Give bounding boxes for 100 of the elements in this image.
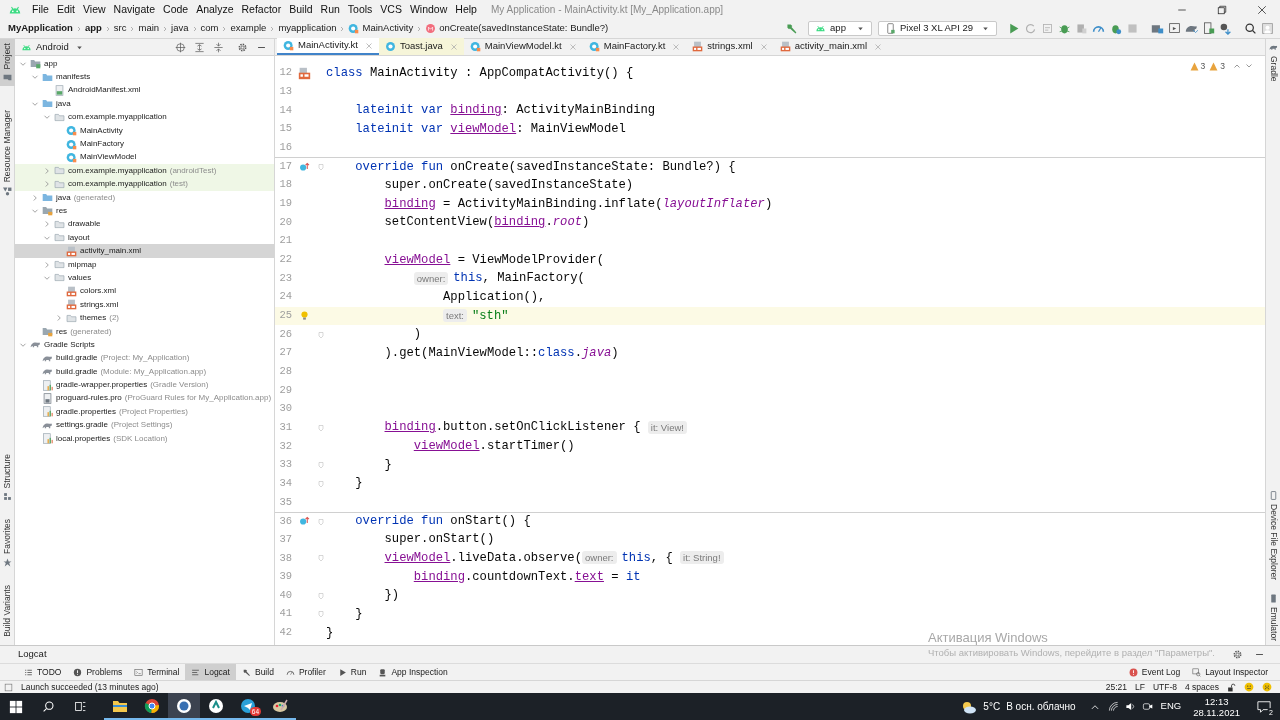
menu-item[interactable]: Help	[451, 1, 481, 18]
tool-window-tab[interactable]: App Inspection	[372, 663, 454, 681]
breadcrumb[interactable]: MainActivity	[348, 21, 414, 36]
tool-window-button[interactable]: Device File Explorer	[1266, 486, 1280, 584]
tool-window-tab[interactable]: TODO	[18, 663, 68, 681]
tool-window-tab[interactable]: Logcat	[185, 663, 236, 681]
menu-item[interactable]: Run	[316, 1, 344, 18]
menu-item[interactable]: Navigate	[109, 1, 160, 18]
tool-window-button[interactable]: Favorites	[0, 515, 15, 572]
menu-item[interactable]: Analyze	[192, 1, 238, 18]
menu-item[interactable]: File	[28, 1, 53, 18]
breadcrumb[interactable]: example	[230, 21, 267, 36]
tree-item[interactable]: settings.gradle (Project Settings)	[15, 418, 274, 432]
menu-item[interactable]: Edit	[52, 1, 79, 18]
status-item[interactable]: UTF-8	[1152, 680, 1177, 694]
menu-item[interactable]: Code	[159, 1, 193, 18]
editor-tab[interactable]: MainViewModel.kt	[463, 38, 583, 55]
tree-item[interactable]: build.gradle (Project: My_Application)	[15, 351, 274, 365]
language-indicator[interactable]: ENG	[1160, 699, 1182, 714]
tree-item[interactable]: strings.xml	[15, 298, 274, 312]
tool-window-tab[interactable]: Profiler	[279, 663, 332, 681]
phone-icon	[884, 23, 896, 34]
tree-item[interactable]: gradle.properties (Project Properties)	[15, 405, 274, 419]
tool-window-button[interactable]: Resource Manager	[0, 106, 15, 200]
tree-item[interactable]: activity_main.xml	[15, 244, 274, 258]
breadcrumb[interactable]: src	[113, 21, 127, 36]
taskbar-app[interactable]	[168, 693, 200, 720]
tool-window-button[interactable]: Project	[0, 39, 15, 87]
menu-item[interactable]: Window	[405, 1, 452, 18]
tool-window-button[interactable]: Gradle	[1266, 39, 1280, 86]
tree-item[interactable]: themes (2)	[15, 311, 274, 325]
status-item[interactable]: LF	[1134, 680, 1145, 694]
status-item[interactable]: 25:21	[1105, 680, 1127, 694]
panel-toggle-icon	[4, 682, 13, 692]
tree-item[interactable]: build.gradle (Module: My_Application.app)	[15, 365, 274, 379]
tree-item[interactable]: local.properties (SDK Location)	[15, 431, 274, 446]
code-text: viewModel.liveData.observe(	[384, 551, 582, 566]
status-item[interactable]: 4 spaces	[1184, 680, 1219, 694]
tool-window-tab[interactable]: Build	[235, 663, 280, 681]
run-configuration-dropdown[interactable]: app	[808, 21, 872, 36]
menu-item[interactable]: View	[79, 1, 110, 18]
menu-item[interactable]: Tools	[343, 1, 377, 18]
tool-window-tab[interactable]: Problems	[67, 663, 129, 681]
breadcrumb[interactable]: myapplication	[278, 21, 337, 36]
breadcrumb[interactable]: MyApplication	[8, 21, 73, 36]
warning-count[interactable]: 3	[1209, 60, 1225, 73]
message-icon	[1257, 699, 1271, 714]
tree-item[interactable]: drawable	[15, 217, 274, 232]
panel-button[interactable]	[211, 40, 225, 54]
info-icon	[73, 667, 83, 677]
tree-item[interactable]: MainFactory	[15, 137, 274, 151]
editor-tab[interactable]: MainActivity.kt	[277, 38, 379, 55]
panel-button[interactable]	[173, 40, 187, 54]
tree-item[interactable]: java (generated)	[15, 190, 274, 205]
menu-item[interactable]: Build	[285, 1, 317, 18]
stop-icon	[1126, 22, 1139, 35]
editor-tab[interactable]: strings.xml	[686, 38, 774, 55]
tool-window-tab[interactable]: Terminal	[128, 663, 186, 681]
tree-item[interactable]: java	[15, 97, 274, 111]
tree-item[interactable]: Gradle Scripts	[15, 338, 274, 352]
tree-item[interactable]: layout	[15, 231, 274, 245]
weather-condition[interactable]: В осн. облачно	[1006, 699, 1076, 714]
tree-item[interactable]: app	[15, 57, 274, 71]
tree-item[interactable]: manifests	[15, 70, 274, 84]
breadcrumb[interactable]: app	[84, 21, 102, 36]
tool-window-button[interactable]: Build Variants	[0, 581, 15, 641]
editor-tab[interactable]: Toast.java	[379, 38, 464, 55]
device-dropdown[interactable]: Pixel 3 XL API 29	[877, 21, 997, 36]
alert-icon	[1128, 667, 1138, 677]
tree-item[interactable]: mipmap	[15, 257, 274, 272]
tree-item[interactable]: MainActivity	[15, 123, 274, 138]
breadcrumb[interactable]: onCreate(savedInstanceState: Bundle?)	[425, 21, 609, 36]
editor-tab[interactable]: activity_main.xml	[773, 38, 889, 55]
tree-item[interactable]: proguard-rules.pro (ProGuard Rules for My_Application.app)	[15, 391, 274, 406]
clock[interactable]: 12:13 28.11.2021	[1193, 695, 1240, 718]
tree-item[interactable]: MainViewModel	[15, 150, 274, 165]
tool-window-tab[interactable]: Layout Inspector	[1186, 663, 1274, 681]
weather-temperature[interactable]: 5°C	[983, 699, 1001, 714]
tool-window-button[interactable]: Structure	[0, 449, 15, 506]
menu-item[interactable]: VCS	[376, 1, 406, 18]
editor-tab[interactable]: MainFactory.kt	[582, 38, 687, 55]
tree-item[interactable]: res	[15, 204, 274, 218]
tool-window-tab[interactable]: Event Log	[1122, 663, 1187, 681]
tool-window-tab[interactable]: Run	[331, 663, 373, 681]
tree-item[interactable]: com.example.myapplication (androidTest)	[15, 164, 274, 178]
tree-item[interactable]: com.example.myapplication	[15, 110, 274, 124]
tool-window-button[interactable]: Emulator	[1266, 590, 1280, 645]
chat-icon	[208, 697, 224, 714]
tree-item[interactable]: AndroidManifest.xml	[15, 83, 274, 98]
tree-item[interactable]: values	[15, 271, 274, 285]
breadcrumb[interactable]: com	[200, 21, 219, 36]
menu-item[interactable]: Refactor	[237, 1, 286, 18]
tree-item[interactable]: res (generated)	[15, 324, 274, 339]
breadcrumb[interactable]: main	[138, 21, 160, 36]
panel-button[interactable]	[192, 40, 206, 54]
warning-count[interactable]: 3	[1189, 60, 1206, 73]
tree-item[interactable]: colors.xml	[15, 284, 274, 299]
breadcrumb[interactable]: java	[171, 21, 189, 36]
code-text: this, MainFactory(	[453, 271, 585, 286]
tree-item[interactable]: gradle-wrapper.properties (Gradle Version)	[15, 378, 274, 392]
